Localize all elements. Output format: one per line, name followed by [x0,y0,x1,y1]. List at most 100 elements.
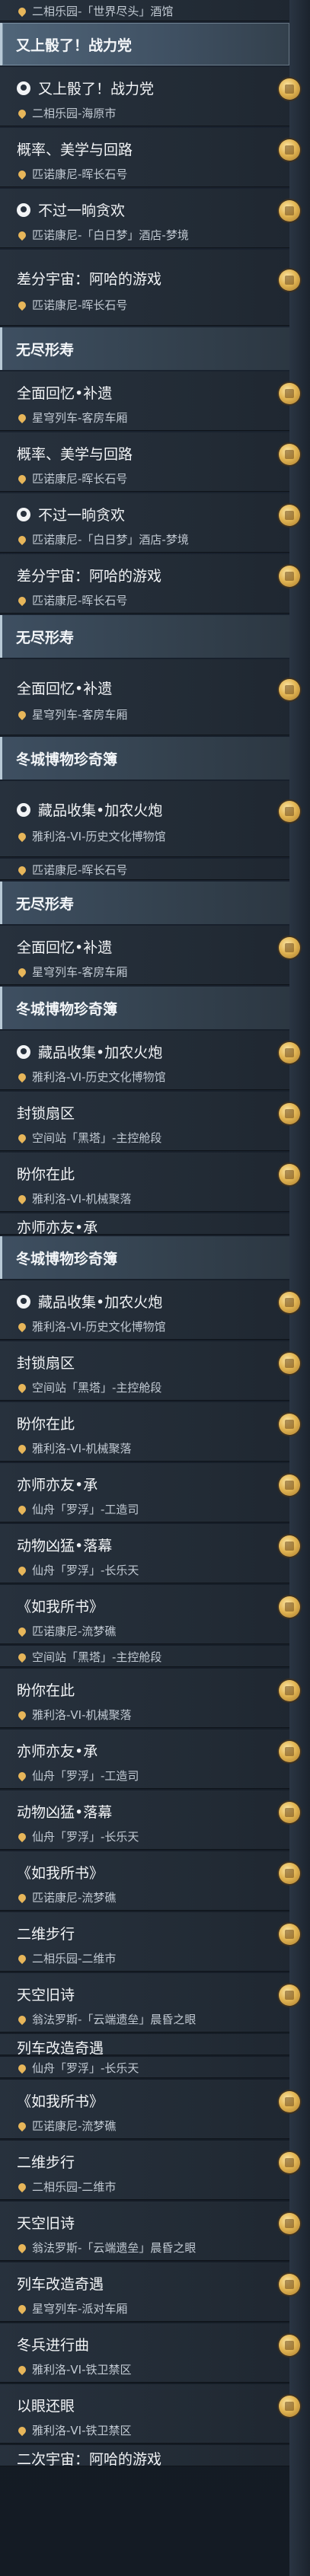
quest-item[interactable]: 二次宇宙：阿哈的游戏 [0,2445,289,2468]
quest-location: 雅利洛-VI-铁卫禁区 [16,2361,132,2377]
quest-item[interactable]: 盼你在此 雅利洛-VI-机械聚落 [0,1153,300,1212]
reward-icon [279,566,300,587]
quest-location: 雅利洛-VI-铁卫禁区 [16,2422,132,2438]
quest-item[interactable]: 概率、美学与回路 匹诺康尼-晖长石号 [0,432,300,492]
quest-title: 概率、美学与回路 [17,139,133,159]
quest-item[interactable]: 全面回忆•补遗 星穹列车-客房车厢 [0,659,300,735]
category-header[interactable]: 又上骰了！战力党 [0,23,289,65]
location-pin-icon [16,1892,28,1903]
quest-item[interactable]: 《如我所书》 匹诺康尼-流梦礁 [0,2080,300,2139]
quest-location: 二相乐园-二维市 [16,1950,116,1966]
category-title: 又上骰了！战力党 [16,37,133,54]
quest-item[interactable]: 以眼还眼雅利洛-VI-铁卫禁区 [0,2384,300,2444]
quest-title-text: 盼你在此 [17,1682,75,1699]
category-header[interactable]: 冬城博物珍奇簿 [0,1236,289,1279]
quest-item[interactable]: 列车改造奇遇 星穹列车-派对车厢 [0,2262,300,2322]
quest-title-text: 天空旧诗 [17,2215,75,2232]
quest-location: 二相乐园-「世界尽头」酒馆 [16,3,173,19]
quest-item[interactable]: 差分宇宙：阿哈的游戏 匹诺康尼-晖长石号 [0,250,300,326]
quest-location: 雅利洛-VI-机械聚落 [16,1707,132,1723]
quest-item[interactable]: 列车改造奇遇 [0,2034,289,2057]
quest-location: 空间站「黑塔」-主控舱段 [16,1130,161,1146]
location-pin-icon [16,864,28,875]
quest-location-text: 匹诺康尼-流梦礁 [32,1624,117,1638]
quest-item[interactable]: 藏品收集•加农火炮 雅利洛-VI-历史文化博物馆 [0,781,300,857]
category-title: 冬城博物珍奇簿 [16,751,118,768]
quest-title-text: 列车改造奇遇 [17,2040,104,2057]
quest-title: 差分宇宙：阿哈的游戏 [17,565,161,585]
quest-location: 匹诺康尼-晖长石号 [16,862,128,878]
reward-icon [279,1741,300,1762]
quest-item[interactable]: 全面回忆•补遗 星穹列车-客房车厢 [0,926,300,985]
location-pin-icon [16,966,28,977]
quest-item[interactable]: 天空旧诗 翁法罗斯-「云端遗垒」晨昏之眼 [0,2201,300,2261]
quest-item[interactable]: 亦师亦友•承 [0,1213,289,1237]
quest-location-text: 雅利洛-VI-历史文化博物馆 [32,1320,166,1334]
quest-item[interactable]: 动物凶猛•落幕 仙舟「罗浮」-长乐天 [0,1790,300,1850]
quest-location-text: 二相乐园-海原市 [32,107,117,120]
quest-location-text: 匹诺康尼-晖长石号 [32,863,128,877]
quest-title: 动物凶猛•落幕 [17,1801,112,1822]
quest-item[interactable]: 藏品收集•加农火炮 雅利洛-VI-历史文化博物馆 [0,1031,300,1090]
category-header[interactable]: 冬城博物珍奇簿 [0,737,289,779]
quest-item[interactable]: 空间站「黑塔」-主控舱段 [0,1646,289,1667]
quest-item[interactable]: 亦师亦友•承 仙舟「罗浮」-工造司 [0,1463,300,1522]
quest-item[interactable]: 二维步行 二相乐园-二维市 [0,2141,300,2200]
reward-icon [279,2091,300,2112]
quest-title: 封锁扇区 [17,1352,75,1372]
location-pin-icon [16,534,28,545]
quest-title-text: 全面回忆•补遗 [17,681,113,697]
quest-title: 差分宇宙：阿哈的游戏 [17,268,161,289]
quest-title: 亦师亦友•承 [17,1216,97,1237]
quest-item[interactable]: 封锁扇区 空间站「黑塔」-主控舱段 [0,1341,300,1401]
quest-location: 空间站「黑塔」-主控舱段 [16,1649,161,1665]
quest-item[interactable]: 盼你在此 雅利洛-VI-机械聚落 [0,1402,300,1462]
quest-item[interactable]: 概率、美学与回路 匹诺康尼-晖长石号 [0,128,300,187]
location-pin-icon [16,2364,28,2375]
category-header[interactable]: 冬城博物珍奇簿 [0,987,289,1029]
quest-title: 天空旧诗 [17,2212,75,2233]
location-pin-icon [16,2013,28,2025]
quest-item[interactable]: 亦师亦友•承 仙舟「罗浮」-工造司 [0,1730,300,1789]
category-header[interactable]: 无尽形寿 [0,615,289,658]
reward-icon [279,2396,300,2417]
quest-title-text: 又上骰了！战力党 [38,81,155,97]
quest-item[interactable]: 天空旧诗 翁法罗斯-「云端遗垒」晨昏之眼 [0,1973,300,2032]
quest-item[interactable]: 二维步行 二相乐园-二维市 [0,1912,300,1972]
quest-item[interactable]: 匹诺康尼-晖长石号 [0,859,289,880]
quest-item[interactable]: 二相乐园-「世界尽头」酒馆 [0,0,289,21]
quest-item[interactable]: 全面回忆•补遗 星穹列车-客房车厢 [0,371,300,431]
quest-item[interactable]: 冬兵进行曲 雅利洛-VI-铁卫禁区 [0,2323,300,2383]
quest-location-text: 雅利洛-VI-机械聚落 [32,1442,132,1455]
location-pin-icon [16,1831,28,1842]
quest-title: 以眼还眼 [17,2395,75,2415]
location-pin-icon [16,1953,28,1964]
quest-title-text: 差分宇宙：阿哈的游戏 [17,271,162,288]
quest-item[interactable]: 《如我所书》 匹诺康尼-流梦礁 [0,1585,300,1644]
quest-title-text: 列车改造奇遇 [17,2276,104,2293]
location-pin-icon [16,1709,28,1720]
quest-item[interactable]: 仙舟「罗浮」-长乐天 [0,2057,289,2078]
quest-item[interactable]: 不过一晌贪欢 匹诺康尼-「白日梦」酒店-梦境 [0,189,300,248]
quest-item[interactable]: 藏品收集•加农火炮 雅利洛-VI-历史文化博物馆 [0,1280,300,1340]
quest-location: 仙舟「罗浮」-工造司 [16,1501,139,1517]
quest-location-text: 雅利洛-VI-历史文化博物馆 [32,1070,166,1084]
reward-icon [279,444,300,465]
quest-title: 动物凶猛•落幕 [17,1535,112,1555]
quest-location-text: 匹诺康尼-流梦礁 [32,1891,117,1905]
quest-item[interactable]: 差分宇宙：阿哈的游戏 匹诺康尼-晖长石号 [0,554,300,614]
quest-item[interactable]: 动物凶猛•落幕仙舟「罗浮」-长乐天 [0,1524,300,1583]
quest-location: 仙舟「罗浮」-长乐天 [16,2060,139,2076]
quest-item[interactable]: 《如我所书》 匹诺康尼-流梦礁 [0,1851,300,1911]
quest-item[interactable]: 又上骰了！战力党二相乐园-海原市 [0,67,300,126]
quest-item[interactable]: 封锁扇区 空间站「黑塔」-主控舱段 [0,1092,300,1151]
category-header[interactable]: 无尽形寿 [0,882,289,924]
quest-location-text: 仙舟「罗浮」-长乐天 [32,1564,139,1577]
quest-location: 星穹列车-客房车厢 [16,410,127,426]
location-pin-icon [16,412,28,423]
quest-item[interactable]: 盼你在此雅利洛-VI-机械聚落 [0,1669,300,1728]
quest-title-text: 藏品收集•加农火炮 [38,1294,163,1311]
quest-item[interactable]: 不过一晌贪欢 匹诺康尼-「白日梦」酒店-梦境 [0,493,300,553]
category-header[interactable]: 无尽形寿 [0,327,289,370]
quest-title-text: 全面回忆•补遗 [17,385,113,402]
